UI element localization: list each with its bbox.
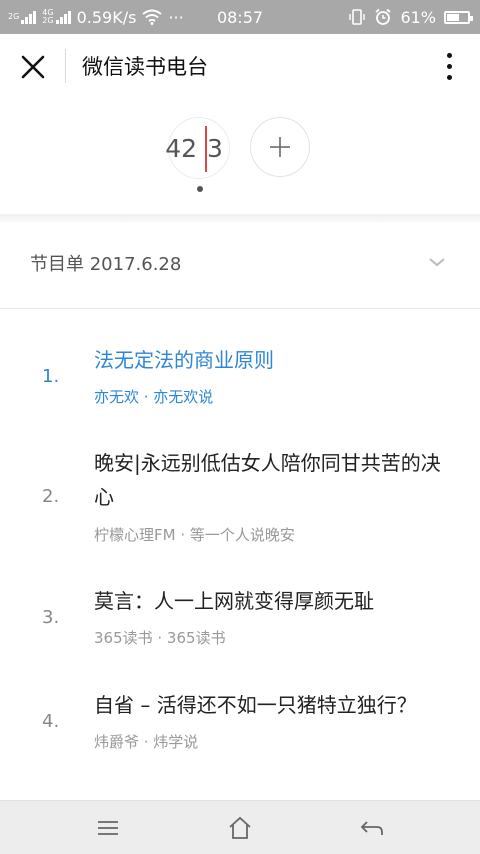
item-title: 法无定法的商业原则: [94, 348, 274, 372]
program-list-header[interactable]: 节目单 2017.6.28: [0, 222, 480, 309]
list-item[interactable]: 3. 莫言：人一上网就变得厚颜无耻 365读书 · 365读书: [0, 581, 480, 661]
header-divider: [65, 49, 66, 83]
item-meta: 亦无欢 · 亦无欢说: [94, 388, 214, 406]
status-time: 08:57: [216, 7, 264, 27]
back-button[interactable]: [357, 813, 387, 843]
list-item[interactable]: 2. 晚安|永远别低估女人陪你同甘共苦的决心 柠檬心理FM · 等一个人说晚安: [0, 439, 480, 559]
app-header: 微信读书电台: [0, 34, 480, 100]
list-item[interactable]: 4. 自省 – 活得还不如一只猪特立独行？ 炜爵爷 · 炜学说: [0, 685, 480, 765]
home-icon: [229, 816, 251, 839]
more-options-icon[interactable]: [434, 48, 464, 84]
close-icon[interactable]: [16, 50, 50, 84]
item-meta: 炜爵爷 · 炜学说: [94, 733, 199, 751]
section-separator: [0, 214, 480, 222]
list-item[interactable]: 1. 法无定法的商业原则 亦无欢 · 亦无欢说: [0, 309, 480, 419]
vibrate-icon: [349, 9, 366, 25]
item-title: 莫言：人一上网就变得厚颜无耻: [94, 589, 374, 613]
system-nav-bar: [0, 800, 480, 854]
item-meta: 365读书 · 365读书: [94, 629, 226, 647]
item-title: 晚安|永远别低估女人陪你同甘共苦的决心: [94, 451, 441, 509]
back-icon: [360, 821, 383, 835]
page-title: 微信读书电台: [82, 55, 208, 79]
item-index: 1.: [42, 366, 60, 387]
battery-percent: 61%: [400, 7, 436, 27]
page-indicator-dot: [197, 186, 203, 192]
program-date-label: 节目单 2017.6.28: [30, 254, 182, 275]
item-meta: 柠檬心理FM · 等一个人说晚安: [94, 526, 295, 544]
menu-icon: [98, 821, 118, 835]
radio-player: 42 3: [0, 100, 480, 218]
add-button[interactable]: [250, 117, 310, 177]
battery-icon: [444, 10, 473, 24]
menu-button[interactable]: [93, 813, 123, 843]
play-count-dial[interactable]: 42 3: [165, 117, 230, 179]
alarm-icon: [375, 8, 392, 25]
plus-icon: [270, 137, 290, 157]
home-button[interactable]: [225, 813, 255, 843]
status-bar: 2G 4G 2G 0.59K/s ··· 08:57 61%: [0, 0, 480, 34]
count-left: 42: [165, 134, 197, 163]
item-index: 3.: [42, 607, 60, 628]
item-index: 4.: [42, 711, 60, 732]
item-title: 自省 – 活得还不如一只猪特立独行？: [94, 693, 417, 717]
item-index: 2.: [42, 486, 60, 507]
chevron-down-icon[interactable]: [428, 256, 446, 268]
count-right: 3: [207, 134, 223, 163]
